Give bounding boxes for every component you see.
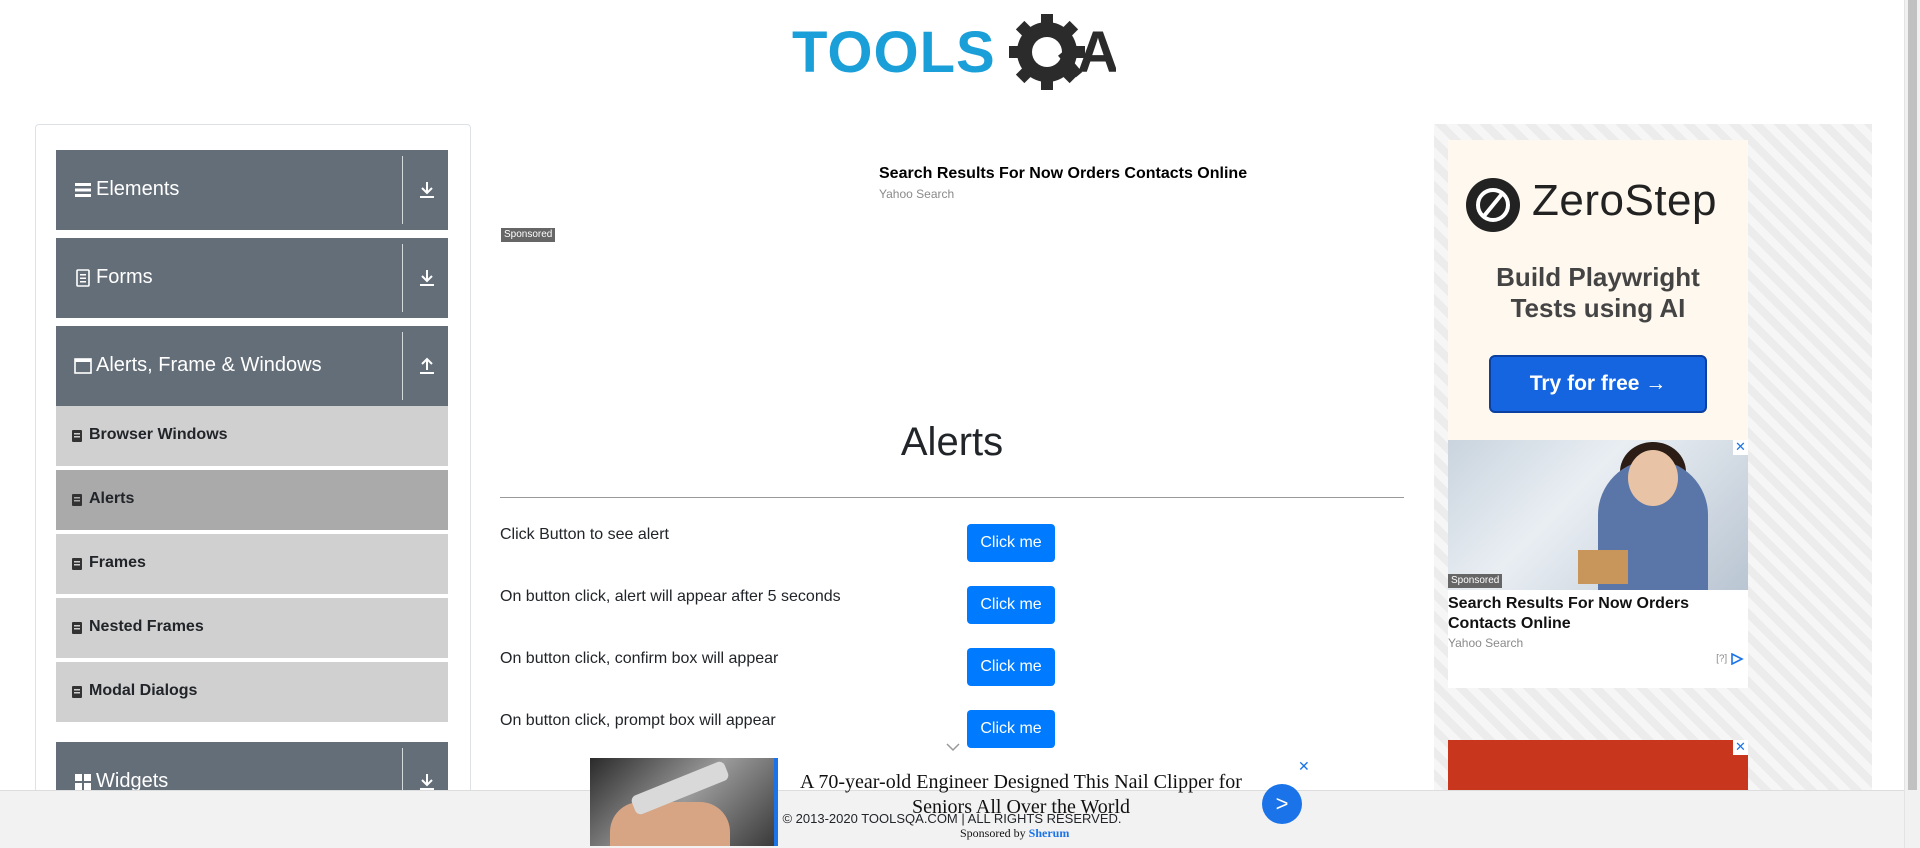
divider bbox=[500, 497, 1404, 498]
row-description: On button click, alert will appear after… bbox=[500, 588, 841, 605]
group-header-elements[interactable]: Elements bbox=[56, 150, 448, 230]
item-icon bbox=[72, 622, 82, 634]
sponsored-tag: Sponsored bbox=[501, 228, 556, 242]
close-icon[interactable]: ✕ bbox=[1298, 758, 1310, 775]
chevron-down-icon[interactable] bbox=[944, 740, 962, 754]
prompt-button[interactable]: Click me bbox=[967, 710, 1055, 748]
menu-item-browser-windows[interactable]: Browser Windows bbox=[56, 406, 448, 468]
ad-photo-box bbox=[1578, 550, 1628, 584]
row-description: On button click, confirm box will appear bbox=[500, 650, 779, 667]
ad-title[interactable]: Search Results For Now Orders Contacts O… bbox=[1448, 594, 1738, 634]
sponsored-tag: Sponsored bbox=[1448, 574, 1503, 588]
adchoices-icon bbox=[1731, 652, 1744, 666]
alert-button[interactable]: Click me bbox=[967, 524, 1055, 562]
item-icon bbox=[72, 430, 82, 442]
alert-row: On button click, confirm box will appear… bbox=[500, 648, 1404, 688]
zerostep-brand: ZeroStep bbox=[1532, 176, 1717, 225]
confirm-button[interactable]: Click me bbox=[967, 648, 1055, 686]
menu-item-alerts[interactable]: Alerts bbox=[56, 470, 448, 532]
grid-icon bbox=[75, 774, 91, 790]
window-icon bbox=[74, 358, 92, 374]
menu-item-label: Frames bbox=[89, 554, 146, 571]
divider bbox=[402, 244, 403, 312]
close-icon[interactable]: ✕ bbox=[1733, 440, 1748, 455]
ad-photo-head bbox=[1628, 450, 1678, 506]
ad-info-text: [?] bbox=[1716, 653, 1728, 665]
left-panel: Elements Forms Alerts, Frame & Windows B… bbox=[35, 124, 471, 848]
item-icon bbox=[72, 686, 82, 698]
tagline-line: Tests using AI bbox=[1510, 293, 1686, 323]
toolsqa-logo[interactable]: TOOLS A bbox=[792, 14, 1116, 90]
vertical-scrollbar[interactable] bbox=[1904, 0, 1920, 848]
zerostep-logo-icon bbox=[1466, 178, 1520, 232]
page-header: TOOLS A bbox=[0, 0, 1904, 100]
divider bbox=[402, 156, 403, 224]
group-label: Alerts, Frame & Windows bbox=[96, 354, 322, 376]
group-header-forms[interactable]: Forms bbox=[56, 238, 448, 318]
row-description: Click Button to see alert bbox=[500, 526, 669, 543]
ad-title[interactable]: Search Results For Now Orders Contacts O… bbox=[879, 165, 1247, 183]
try-for-free-button[interactable]: Try for free → bbox=[1489, 355, 1707, 413]
sticky-bottom-ad[interactable]: A 70-year-old Engineer Designed This Nai… bbox=[590, 743, 1316, 848]
download-icon[interactable] bbox=[418, 268, 436, 288]
menu-item-frames[interactable]: Frames bbox=[56, 534, 448, 596]
menu-item-label: Browser Windows bbox=[89, 426, 228, 443]
item-icon bbox=[72, 494, 82, 506]
ad-headline[interactable]: A 70-year-old Engineer Designed This Nai… bbox=[786, 770, 1256, 820]
scrollbar-thumb[interactable] bbox=[1908, 0, 1917, 790]
logo-tools-text: TOOLS bbox=[792, 20, 996, 85]
ad-image[interactable] bbox=[590, 758, 774, 846]
upload-icon[interactable] bbox=[418, 356, 436, 376]
accent-bar bbox=[774, 758, 778, 846]
divider bbox=[402, 332, 403, 400]
menu-item-nested-frames[interactable]: Nested Frames bbox=[56, 598, 448, 660]
menu-item-modal-dialogs[interactable]: Modal Dialogs bbox=[56, 662, 448, 724]
ad-source: Yahoo Search bbox=[879, 187, 955, 201]
ad-source: Yahoo Search bbox=[1448, 636, 1524, 650]
download-icon[interactable] bbox=[418, 180, 436, 200]
top-ad-banner[interactable]: Search Results For Now Orders Contacts O… bbox=[500, 140, 1404, 380]
download-icon[interactable] bbox=[418, 772, 436, 792]
ad-info[interactable]: [?] bbox=[1716, 652, 1744, 666]
group-header-alerts-frame-windows[interactable]: Alerts, Frame & Windows bbox=[56, 326, 448, 406]
ad-sponsor: Sponsored by Sherum bbox=[960, 826, 1069, 841]
group-label: Forms bbox=[96, 266, 153, 288]
ad-photo-hand bbox=[610, 802, 730, 846]
menu-item-label: Alerts bbox=[89, 490, 135, 507]
menu-item-label: Modal Dialogs bbox=[89, 682, 198, 699]
logo-a-text: A bbox=[1077, 20, 1116, 85]
right-ad-card[interactable]: Sponsored ✕ Search Results For Now Order… bbox=[1448, 440, 1748, 688]
alert-row: Click Button to see alert Click me bbox=[500, 524, 1404, 564]
zerostep-tagline: Build Playwright Tests using AI bbox=[1448, 262, 1748, 324]
zerostep-ad[interactable]: ZeroStep Build Playwright Tests using AI… bbox=[1448, 140, 1748, 440]
menu-item-label: Nested Frames bbox=[89, 618, 204, 635]
ad-image[interactable]: Sponsored bbox=[1448, 440, 1748, 590]
close-icon[interactable]: ✕ bbox=[1733, 740, 1748, 755]
document-icon bbox=[76, 269, 90, 287]
item-icon bbox=[72, 558, 82, 570]
group-label: Elements bbox=[96, 178, 180, 200]
go-button[interactable]: > bbox=[1262, 784, 1302, 824]
tagline-line: Build Playwright bbox=[1496, 262, 1700, 292]
alert-row: On button click, alert will appear after… bbox=[500, 586, 1404, 626]
sponsor-name[interactable]: Sherum bbox=[1029, 826, 1070, 840]
row-description: On button click, prompt box will appear bbox=[500, 712, 776, 729]
page-title: Alerts bbox=[900, 420, 1004, 464]
hamburger-icon bbox=[75, 183, 91, 197]
sponsor-prefix: Sponsored by bbox=[960, 826, 1029, 840]
timer-alert-button[interactable]: Click me bbox=[967, 586, 1055, 624]
